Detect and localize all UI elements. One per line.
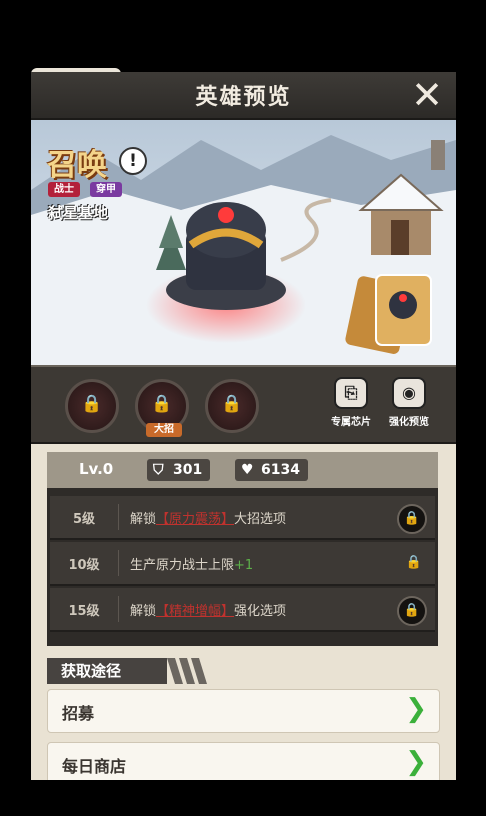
lock-icon: 🔒	[151, 394, 173, 414]
divider	[118, 550, 119, 576]
skill-slot-1[interactable]: 🔒	[65, 379, 119, 433]
title-stripes	[167, 658, 207, 684]
exclusive-chip-button[interactable]: ⎘ 专属芯片	[327, 377, 375, 432]
level-description: 解锁【原力震荡】大招选项	[130, 508, 286, 527]
hero-location: 弑星基地	[48, 204, 109, 222]
level-label: 15级	[68, 604, 100, 619]
lock-icon: 🔒	[221, 394, 243, 414]
page-title: 英雄预览	[195, 85, 292, 110]
hero-preview-panel: 英雄预览 ✕ 召唤 ! 战士 穿甲 弑星基地 🔒 🔒 大招 🔒 ⎘ 专属芯片 ◉…	[31, 72, 456, 780]
lock-icon: 🔒	[397, 596, 427, 626]
desc-prefix: 解锁	[130, 604, 157, 619]
level-label: 10级	[68, 558, 100, 573]
level-description: 解锁【精神增幅】强化选项	[130, 600, 286, 619]
skill-link[interactable]: 【原力震荡】	[156, 512, 234, 527]
enhance-preview-label: 强化预览	[389, 417, 429, 428]
chevron-right-icon: ❯	[405, 747, 427, 777]
hp-value: 6134	[261, 462, 300, 478]
source-label: 每日商店	[62, 757, 127, 776]
hero-card-thumbnail	[345, 274, 432, 354]
chevron-right-icon: ❯	[405, 694, 427, 724]
hp-stat: ♥ 6134	[235, 459, 308, 481]
info-warning-icon[interactable]: !	[119, 147, 147, 175]
chip-icon: ⎘	[334, 377, 368, 409]
shield-icon: ⛉	[153, 462, 164, 478]
level-unlock-list: Lv.0 ⛉ 301 ♥ 6134 5级 解锁【原力震荡】大招选项 🔒 10级 …	[47, 452, 438, 646]
divider	[118, 596, 119, 622]
enhance-preview-button[interactable]: ◉ 强化预览	[385, 377, 433, 432]
level-row: 10级 生产原力战士上限+1 🔒	[50, 542, 435, 586]
desc-prefix: 生产原力战士上限	[130, 558, 235, 573]
acquire-section-title: 获取途径	[47, 658, 167, 684]
level-row: 5级 解锁【原力震荡】大招选项 🔒	[50, 496, 435, 540]
source-item-recruit[interactable]: 招募 ❯	[47, 689, 440, 733]
desc-suffix: 强化选项	[234, 604, 287, 619]
hero-level: Lv.0	[79, 460, 114, 478]
hero-scene: 召唤 ! 战士 穿甲 弑星基地	[31, 120, 456, 365]
ultimate-badge: 大招	[146, 423, 182, 437]
tag-warrior: 战士	[48, 182, 80, 197]
bonus-value: +1	[234, 558, 254, 573]
tag-pierce: 穿甲	[90, 182, 122, 197]
skill-bar: 🔒 🔒 大招 🔒 ⎘ 专属芯片 ◉ 强化预览	[31, 365, 456, 444]
heart-icon: ♥	[241, 462, 254, 478]
eye-icon: ◉	[392, 377, 426, 409]
defense-stat: ⛉ 301	[147, 459, 211, 481]
skill-slot-3[interactable]: 🔒	[205, 379, 259, 433]
hero-name: 召唤	[47, 148, 107, 183]
source-label: 招募	[62, 704, 95, 723]
divider	[118, 504, 119, 530]
source-item-daily-shop[interactable]: 每日商店 ❯	[47, 742, 440, 780]
defense-value: 301	[173, 462, 203, 478]
skill-link[interactable]: 【精神增幅】	[156, 604, 234, 619]
stat-row: Lv.0 ⛉ 301 ♥ 6134	[47, 452, 438, 488]
level-label: 5级	[72, 512, 96, 527]
lock-icon: 🔒	[405, 555, 423, 570]
desc-suffix: 大招选项	[234, 512, 287, 527]
close-button[interactable]: ✕	[408, 76, 446, 114]
lock-icon: 🔒	[81, 394, 103, 414]
lock-icon: 🔒	[397, 504, 427, 534]
desc-prefix: 解锁	[130, 512, 157, 527]
level-description: 生产原力战士上限+1	[130, 554, 253, 573]
exclusive-chip-label: 专属芯片	[331, 417, 371, 428]
close-icon: ✕	[411, 73, 443, 117]
header-bar: 英雄预览 ✕	[31, 72, 456, 120]
level-row: 15级 解锁【精神增幅】强化选项 🔒	[50, 588, 435, 632]
